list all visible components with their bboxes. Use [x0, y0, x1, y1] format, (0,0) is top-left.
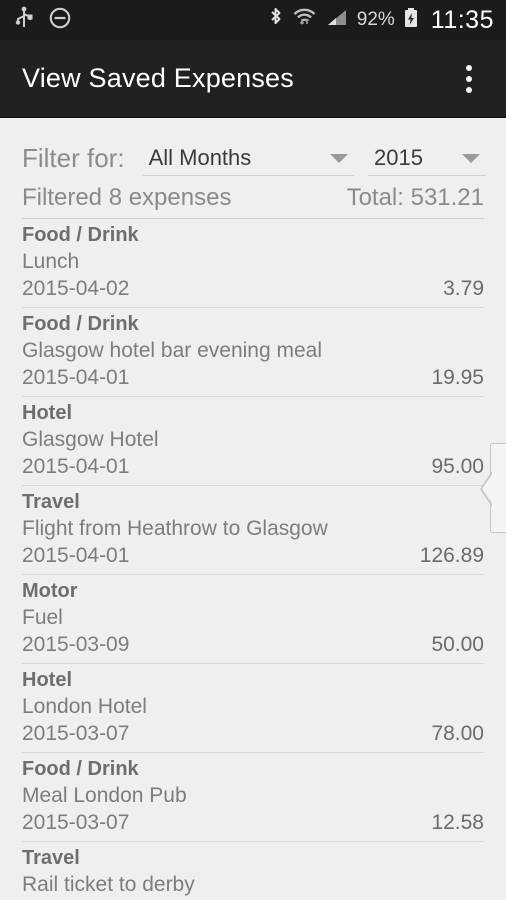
expense-amount: 19.95	[431, 366, 484, 389]
action-bar: View Saved Expenses	[0, 40, 506, 118]
expense-category: Food / Drink	[22, 313, 139, 335]
month-filter-value: All Months	[148, 145, 252, 170]
expense-category: Food / Drink	[22, 758, 139, 780]
expense-date: 2015-04-01	[22, 544, 130, 567]
expense-description: Flight from Heathrow to Glasgow	[22, 517, 328, 540]
expense-description: Fuel	[22, 606, 63, 629]
cellular-signal-icon	[325, 6, 349, 35]
overflow-menu-icon[interactable]	[446, 50, 492, 108]
expense-amount: 3.79	[443, 277, 484, 300]
expense-footer: 2015-04-01 126.89	[22, 542, 484, 569]
summary-bar: Filtered 8 expenses Total: 531.21	[22, 184, 484, 219]
expense-category: Motor	[22, 580, 78, 602]
expense-amount: 126.89	[419, 544, 484, 567]
bluetooth-icon	[267, 6, 284, 35]
expense-date: 2015-04-02	[22, 277, 130, 300]
expense-date: 2015-03-07	[22, 722, 130, 745]
expense-description: Glasgow hotel bar evening meal	[22, 339, 323, 362]
expense-category: Hotel	[22, 402, 72, 424]
expense-description: Meal London Pub	[22, 784, 187, 807]
expense-footer: 2015-04-01 95.00	[22, 453, 484, 480]
year-filter-spinner[interactable]: 2015	[368, 145, 486, 176]
expense-footer: 2015-03-07 12.58	[22, 809, 484, 836]
usb-icon	[14, 6, 34, 35]
filter-bar: Filter for: All Months 2015	[0, 118, 506, 176]
expense-footer: 2015-03-07 78.00	[22, 720, 484, 747]
chevron-down-icon	[330, 153, 348, 163]
month-filter-spinner[interactable]: All Months	[142, 145, 354, 176]
chevron-down-icon	[462, 153, 480, 163]
expense-date: 2015-03-07	[22, 811, 130, 834]
status-bar-right-icons: 92% 11:35	[267, 6, 494, 35]
year-filter-value: 2015	[374, 145, 423, 170]
expense-amount: 78.00	[431, 722, 484, 745]
overflow-dot	[466, 86, 472, 93]
expense-row[interactable]: Hotel London Hotel 2015-03-07 78.00	[22, 664, 484, 753]
expense-category: Travel	[22, 847, 80, 869]
expense-row[interactable]: Motor Fuel 2015-03-09 50.00	[22, 575, 484, 664]
expense-row[interactable]: Food / Drink Meal London Pub 2015-03-07 12.…	[22, 753, 484, 842]
expense-amount: 12.58	[431, 811, 484, 834]
expense-amount: 95.00	[431, 455, 484, 478]
status-bar-left-icons	[14, 6, 72, 35]
expense-list: Food / Drink Lunch 2015-04-02 3.79 Food / Dr…	[22, 219, 484, 900]
expense-category: Travel	[22, 491, 80, 513]
battery-charging-icon	[403, 6, 419, 35]
expense-row[interactable]: Hotel Glasgow Hotel 2015-04-01 95.00	[22, 397, 484, 486]
expense-description: Rail ticket to derby	[22, 873, 195, 896]
do-not-disturb-icon	[48, 6, 72, 35]
filtered-count-label: Filtered 8 expenses	[22, 184, 232, 211]
expense-footer: 2015-03-09 50.00	[22, 631, 484, 658]
expense-row[interactable]: TravelRail ticket to derby2015-02-18145.…	[22, 842, 484, 900]
expense-description: Glasgow Hotel	[22, 428, 159, 451]
expense-footer: 2015-04-02 3.79	[22, 275, 484, 302]
expense-description: London Hotel	[22, 695, 147, 718]
fast-scroll-thumb[interactable]	[480, 443, 506, 533]
expense-category: Hotel	[22, 669, 72, 691]
expense-date: 2015-04-01	[22, 366, 130, 389]
total-amount-label: Total: 531.21	[346, 184, 484, 211]
battery-percent-label: 92%	[356, 9, 395, 30]
expense-row[interactable]: Food / Drink Glasgow hotel bar evening me…	[22, 308, 484, 397]
wifi-icon	[292, 6, 317, 35]
expense-date: 2015-03-09	[22, 633, 130, 656]
overflow-dot	[466, 75, 472, 82]
page-title: View Saved Expenses	[22, 63, 294, 93]
main-content: Filter for: All Months 2015 Filtered 8 e…	[0, 118, 506, 900]
expense-date: 2015-04-01	[22, 455, 130, 478]
expense-category: Food / Drink	[22, 224, 139, 246]
status-bar: 92% 11:35	[0, 0, 506, 40]
overflow-dot	[466, 64, 472, 71]
filter-label: Filter for:	[22, 143, 125, 173]
expense-footer: 2015-04-01 19.95	[22, 364, 484, 391]
expense-amount: 50.00	[431, 633, 484, 656]
expense-row[interactable]: Travel Flight from Heathrow to Glasgow 201…	[22, 486, 484, 575]
expense-row[interactable]: Food / Drink Lunch 2015-04-02 3.79	[22, 219, 484, 308]
expense-description: Lunch	[22, 250, 80, 273]
clock-label: 11:35	[430, 5, 494, 34]
